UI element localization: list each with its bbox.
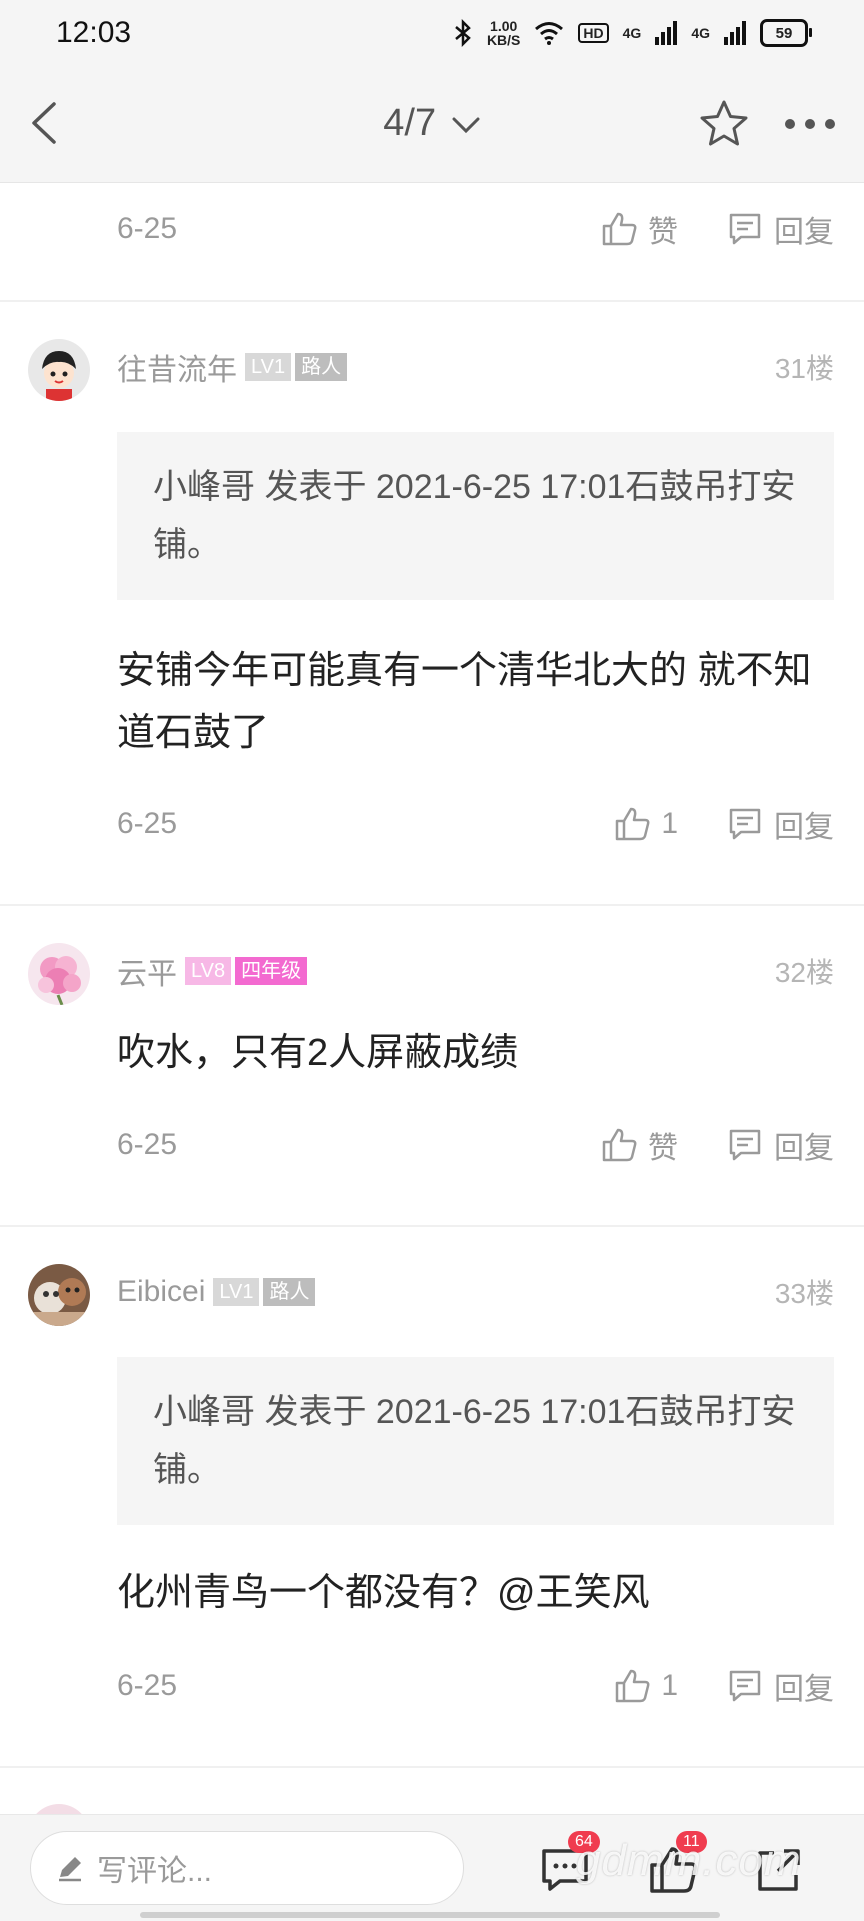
comment-icon	[729, 808, 761, 840]
avatar[interactable]	[28, 339, 90, 401]
level-badge: LV1	[213, 1278, 260, 1306]
net-speed-value: 1.00	[490, 18, 518, 34]
post-date: 6-25	[117, 212, 178, 245]
like-button[interactable]: 赞	[600, 1123, 678, 1167]
wifi-icon	[535, 22, 564, 45]
net-speed-unit: KB/S	[486, 32, 521, 48]
page-indicator-label: 4/7	[383, 102, 437, 144]
hd-voice-icon: HD	[578, 23, 609, 43]
post-content: 安铺今年可能真有一个清华北大的 就不知道石鼓了	[117, 650, 812, 754]
prev-post-meta: 6-25 赞 回复	[117, 204, 834, 254]
comment-icon	[729, 213, 761, 245]
post-meta: 6-25 赞 回复	[117, 1120, 834, 1170]
more-button[interactable]	[780, 106, 840, 142]
bluetooth-icon	[455, 19, 471, 47]
post-meta: 6-25 1 回复	[117, 1661, 834, 1711]
comment-input[interactable]: 写评论...	[30, 1831, 464, 1905]
avatar[interactable]	[28, 1264, 90, 1326]
net-speed: 1.00 KB/S	[487, 19, 520, 47]
level-badge: LV8	[185, 957, 232, 985]
chevron-down-icon	[452, 117, 480, 134]
title-badge: 四年级	[235, 957, 308, 985]
post-date: 6-25	[117, 1128, 178, 1161]
thumbs-up-icon	[602, 1128, 637, 1162]
floor-number: 33楼	[774, 1278, 834, 1309]
post-divider	[0, 1766, 864, 1768]
reply-button[interactable]: 回复	[726, 207, 834, 251]
username[interactable]: 往昔流年	[117, 345, 237, 389]
pencil-icon	[59, 1857, 81, 1882]
post-divider	[0, 300, 864, 302]
avatar-image	[28, 339, 90, 401]
battery-icon: 59	[760, 19, 812, 47]
post-divider	[0, 1225, 864, 1227]
signal-bars-1-icon	[655, 21, 678, 45]
title-badge: 路人	[295, 353, 348, 381]
like-button[interactable]: 1	[613, 1667, 678, 1705]
thumbs-up-icon	[616, 1669, 650, 1703]
thumbs-up-icon	[602, 212, 637, 246]
title-badge: 路人	[263, 1278, 316, 1306]
quote-block: 小峰哥 发表于 2021-6-25 17:01石鼓吊打安铺。	[117, 1357, 834, 1525]
like-label: 赞	[648, 216, 678, 249]
post-date: 6-25	[117, 807, 178, 840]
like-label: 赞	[648, 1132, 678, 1165]
comment-placeholder: 写评论...	[97, 1855, 213, 1888]
comment-icon	[729, 1670, 761, 1702]
post-content: 化州青鸟一个都没有？@王笑风	[117, 1572, 650, 1614]
post-list[interactable]: 6-25 赞 回复 往昔流年 LV1 路人 31楼 小峰哥 发表于 2021-6…	[0, 182, 864, 1814]
signal-bars-2-icon	[724, 21, 746, 45]
reply-button[interactable]: 回复	[726, 1664, 834, 1708]
floor-number: 31楼	[774, 353, 834, 384]
avatar[interactable]	[28, 943, 90, 1005]
top-nav-bar: 4/7	[0, 66, 864, 183]
status-icons: 1.00 KB/S HD 4G 4G 59	[453, 19, 812, 47]
status-bar: 12:03 1.00 KB/S HD 4G 4G 59	[0, 0, 864, 66]
home-indicator[interactable]	[140, 1912, 720, 1918]
reply-button[interactable]: 回复	[726, 802, 834, 846]
reply-label: 回复	[774, 1132, 834, 1165]
quote-block: 小峰哥 发表于 2021-6-25 17:01石鼓吊打安铺。	[117, 432, 834, 600]
favorite-button[interactable]	[698, 98, 750, 150]
reply-button[interactable]: 回复	[726, 1123, 834, 1167]
star-icon	[700, 100, 748, 146]
thumbs-up-icon	[616, 807, 650, 841]
watermark: gdmm.com	[576, 1836, 802, 1885]
post-header: 往昔流年 LV1 路人 31楼	[117, 347, 834, 387]
status-time: 12:03	[56, 16, 132, 49]
avatar-image	[28, 1264, 90, 1326]
reply-label: 回复	[774, 811, 834, 844]
like-count: 1	[661, 1669, 678, 1702]
post-date: 6-25	[117, 1669, 178, 1702]
username[interactable]: 云平	[117, 949, 177, 993]
post-header: Eibicei LV1 路人 33楼	[117, 1272, 834, 1312]
reply-label: 回复	[774, 216, 834, 249]
battery-level: 59	[775, 24, 793, 42]
signal-2-label: 4G	[691, 25, 710, 41]
like-button[interactable]: 赞	[600, 207, 678, 251]
post-content: 吹水，只有2人屏蔽成绩	[117, 1032, 519, 1074]
post-meta: 6-25 1 回复	[117, 799, 834, 849]
avatar-image	[28, 943, 90, 1005]
avatar[interactable]	[28, 1804, 90, 1814]
post-header: 云平 LV8 四年级 32楼	[117, 951, 834, 991]
post-divider	[0, 904, 864, 906]
like-count: 1	[661, 807, 678, 840]
reply-label: 回复	[774, 1673, 834, 1706]
comment-icon	[729, 1129, 761, 1161]
level-badge: LV1	[245, 353, 292, 381]
avatar-image	[28, 1804, 90, 1814]
like-button[interactable]: 1	[613, 805, 678, 843]
signal-1-label: 4G	[622, 25, 642, 41]
username[interactable]: Eibicei	[117, 1275, 205, 1309]
more-dots-icon	[785, 119, 835, 129]
floor-number: 32楼	[774, 957, 834, 988]
